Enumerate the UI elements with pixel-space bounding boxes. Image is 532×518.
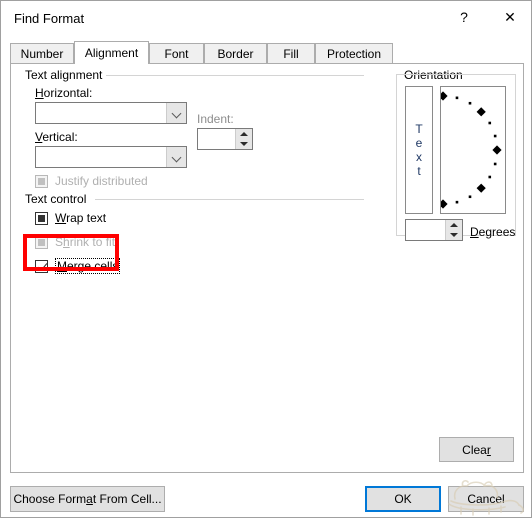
cancel-button-label: Cancel: [467, 492, 505, 506]
orientation-dial[interactable]: [438, 86, 506, 214]
degrees-spinner[interactable]: [405, 219, 463, 241]
shrink-to-fit-label-rest: rink to fit: [69, 235, 116, 249]
clear-button[interactable]: Clear: [439, 437, 514, 462]
shrink-to-fit-label-pre: S: [55, 235, 64, 249]
horizontal-label-rest: orizontal:: [43, 86, 93, 100]
wrap-text-label-rest: rap text: [66, 211, 107, 225]
merge-cells-accel: M: [57, 259, 67, 273]
shrink-to-fit-checkbox-box: [35, 235, 48, 249]
tab-border[interactable]: Border: [204, 43, 267, 64]
tab-font[interactable]: Font: [149, 43, 204, 64]
orientation-text-preview[interactable]: T e x t: [405, 86, 433, 214]
text-alignment-group-label: Text alignment: [22, 68, 106, 82]
merge-cells-checkbox[interactable]: Merge cells: [35, 258, 121, 274]
tab-fill[interactable]: Fill: [267, 43, 315, 64]
tab-alignment[interactable]: Alignment: [74, 41, 149, 64]
chevron-down-icon[interactable]: [166, 103, 186, 123]
tab-protection[interactable]: Protection: [315, 43, 393, 64]
wrap-text-label: Wrap text: [55, 211, 106, 225]
vertical-label-rest: ertical:: [42, 130, 78, 144]
shrink-to-fit-label: Shrink to fit: [55, 235, 115, 249]
justify-distributed-checkbox-box: [35, 174, 48, 188]
tab-protection-label: Protection: [326, 47, 382, 61]
help-icon[interactable]: ?: [441, 1, 487, 33]
degrees-accel: D: [470, 225, 479, 239]
horizontal-label: Horizontal:: [35, 86, 92, 100]
vertical-combobox[interactable]: [35, 146, 187, 168]
merge-cells-label-rest: erge cells: [67, 259, 119, 273]
shrink-to-fit-accel: h: [63, 235, 70, 249]
page-title: Find Format: [14, 11, 85, 26]
spinner-up-icon[interactable]: [446, 220, 462, 230]
tab-strip: Number Alignment Font Border Fill Protec…: [10, 41, 524, 64]
orientation-text-char-0: T: [415, 122, 423, 136]
tab-alignment-label: Alignment: [84, 46, 139, 60]
close-icon[interactable]: ✕: [487, 1, 531, 33]
orientation-text-char-3: t: [417, 164, 421, 178]
horizontal-accel: H: [35, 86, 44, 100]
wrap-text-checkbox-box[interactable]: [35, 211, 48, 225]
vertical-label: Vertical:: [35, 130, 78, 144]
find-format-dialog: Find Format ? ✕ Number Alignment Font Bo…: [0, 0, 532, 518]
tab-number[interactable]: Number: [10, 43, 74, 64]
choose-format-button-label: Choose Format From Cell...: [13, 492, 161, 506]
text-control-group-label: Text control: [22, 192, 90, 206]
spinner-down-icon[interactable]: [446, 230, 462, 240]
merge-cells-label: Merge cells: [55, 258, 121, 274]
tab-number-label: Number: [20, 47, 64, 61]
indent-spinner[interactable]: [197, 128, 253, 150]
orientation-text-char-2: x: [416, 150, 422, 164]
text-alignment-group-line: [106, 75, 364, 76]
degrees-spinner-buttons[interactable]: [445, 220, 462, 240]
tab-fill-label: Fill: [283, 47, 299, 61]
spinner-up-icon[interactable]: [236, 129, 252, 139]
text-control-group-line: [95, 199, 364, 200]
degrees-label-rest: egrees: [478, 225, 516, 239]
wrap-text-checkbox[interactable]: Wrap text: [35, 211, 106, 225]
clear-label-pre: Clea: [462, 442, 487, 457]
choose-format-accel: a: [86, 492, 93, 506]
degrees-label: Degrees: [470, 225, 515, 239]
wrap-text-accel: W: [55, 211, 67, 225]
indent-spinner-buttons[interactable]: [235, 129, 252, 149]
choose-format-from-cell-button[interactable]: Choose Format From Cell...: [10, 486, 165, 512]
title-bar: Find Format ? ✕: [1, 1, 531, 37]
merge-cells-checkbox-box[interactable]: [35, 259, 48, 273]
ok-button[interactable]: OK: [365, 486, 441, 512]
orientation-dial-graphic: [438, 91, 502, 209]
choose-format-label-pre: Choose Form: [13, 492, 87, 506]
clear-button-label: Clear: [462, 443, 491, 457]
justify-distributed-label: Justify distributed: [55, 174, 148, 188]
tab-border-label: Border: [217, 47, 254, 61]
ok-button-label: OK: [394, 492, 412, 506]
justify-distributed-checkbox: Justify distributed: [35, 174, 148, 188]
chevron-down-icon[interactable]: [166, 147, 186, 167]
tab-font-label: Font: [164, 47, 189, 61]
spinner-down-icon[interactable]: [236, 139, 252, 149]
orientation-text-char-1: e: [415, 136, 423, 150]
horizontal-combobox[interactable]: [35, 102, 187, 124]
indent-label: Indent:: [197, 112, 234, 126]
alignment-panel: Text alignment Horizontal: Vertical: Ind…: [10, 63, 524, 473]
choose-format-label-rest: t From Cell...: [92, 492, 162, 506]
cancel-button[interactable]: Cancel: [448, 486, 524, 512]
shrink-to-fit-checkbox: Shrink to fit: [35, 235, 115, 249]
clear-accel: r: [486, 442, 491, 457]
